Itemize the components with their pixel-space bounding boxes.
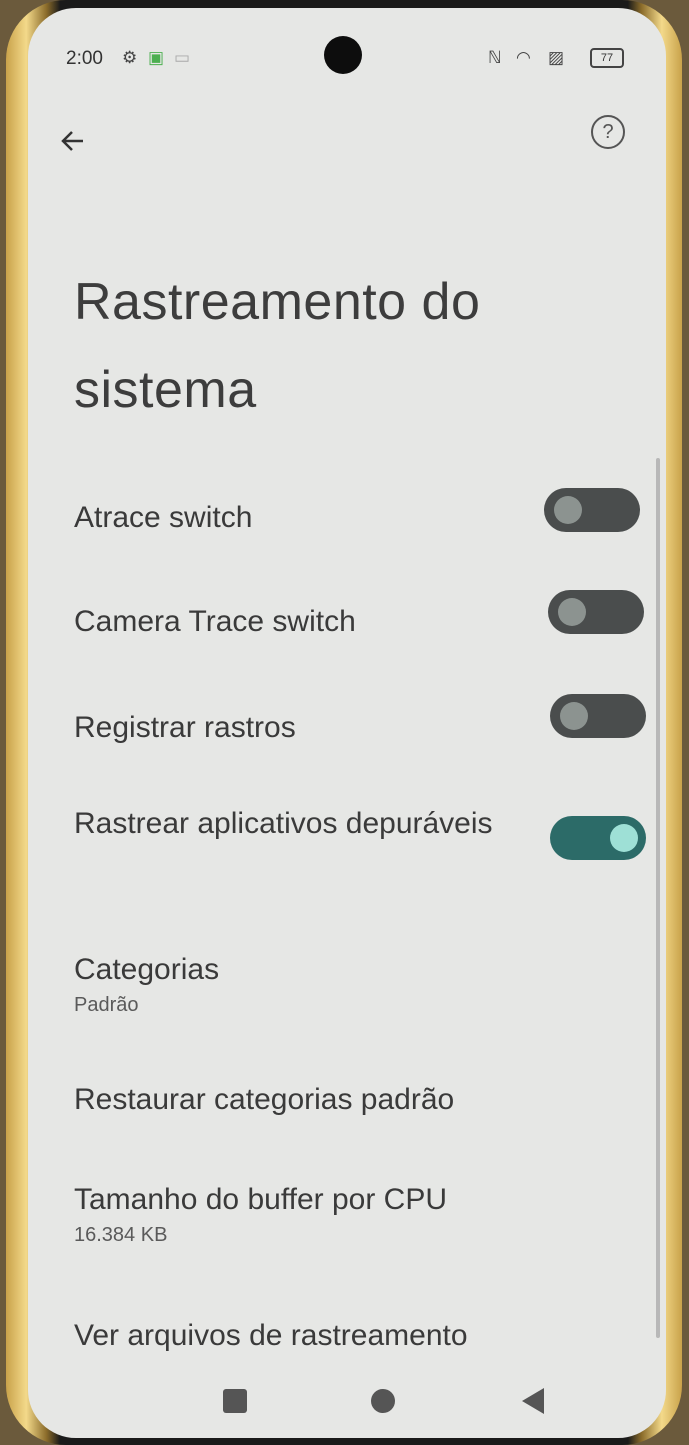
front-camera [324, 36, 362, 74]
page-title: Rastreamento do sistema [74, 273, 481, 419]
setting-ver-arquivos[interactable]: Ver arquivos de rastreamento [74, 1314, 644, 1358]
home-button[interactable] [358, 1376, 408, 1426]
settings-gear-icon: ⚙ [122, 48, 138, 67]
status-time: 2:00 [66, 48, 103, 69]
setting-atrace-switch[interactable]: Atrace switch [74, 488, 644, 540]
setting-restaurar-categorias[interactable]: Restaurar categorias padrão [74, 1078, 644, 1122]
nav-back-button[interactable] [508, 1376, 558, 1426]
battery-icon: 77 [590, 48, 624, 68]
toggle-knob [610, 824, 638, 852]
square-icon [223, 1389, 247, 1413]
signal-off-icon: ▨ [548, 48, 565, 67]
setting-summary: 16.384 KB [74, 1224, 168, 1246]
circle-icon [371, 1389, 395, 1413]
wifi-icon: ◠ [516, 48, 531, 67]
toggle-knob [560, 702, 588, 730]
setting-registrar-rastros[interactable]: Registrar rastros [74, 694, 646, 750]
back-button[interactable] [48, 116, 98, 166]
minus-notification-icon: ▭ [174, 48, 191, 67]
setting-label: Tamanho do buffer por CPU [74, 1183, 447, 1216]
recents-button[interactable] [210, 1376, 260, 1426]
registrar-rastros-toggle[interactable] [550, 694, 646, 738]
app-notification-icon: ▣ [148, 48, 165, 67]
setting-categorias[interactable]: Categorias Padrão [74, 948, 644, 1018]
setting-label: Categorias [74, 953, 220, 986]
help-button[interactable]: ? [568, 86, 648, 178]
camera-trace-toggle[interactable] [548, 590, 644, 634]
battery-level: 77 [600, 52, 614, 64]
nfc-icon: ℕ [488, 48, 502, 67]
setting-rastrear-aplicativos[interactable]: Rastrear aplicativos depuráveis [74, 802, 534, 846]
setting-label: Restaurar categorias padrão [74, 1083, 455, 1116]
toggle-knob [558, 598, 586, 626]
status-bar: 2:00 ⚙ ▣ ▭ ℕ ◠ ▨ 77 [28, 8, 666, 78]
phone-frame: 2:00 ⚙ ▣ ▭ ℕ ◠ ▨ 77 ? Rastreamento do si… [6, 0, 682, 1445]
scrollbar[interactable] [656, 458, 660, 1338]
setting-camera-trace-switch[interactable]: Camera Trace switch [74, 590, 644, 644]
setting-summary: Padrão [74, 994, 139, 1016]
screen: 2:00 ⚙ ▣ ▭ ℕ ◠ ▨ 77 ? Rastreamento do si… [28, 8, 666, 1438]
triangle-left-icon [522, 1388, 544, 1414]
setting-tamanho-buffer[interactable]: Tamanho do buffer por CPU 16.384 KB [74, 1178, 644, 1248]
setting-label: Rastrear aplicativos depuráveis [74, 807, 493, 840]
arrow-left-icon [61, 131, 83, 151]
setting-label: Ver arquivos de rastreamento [74, 1319, 468, 1352]
question-circle-icon: ? [591, 115, 625, 149]
atrace-toggle[interactable] [544, 488, 640, 532]
toggle-knob [554, 496, 582, 524]
rastrear-aplicativos-toggle[interactable] [550, 816, 646, 860]
